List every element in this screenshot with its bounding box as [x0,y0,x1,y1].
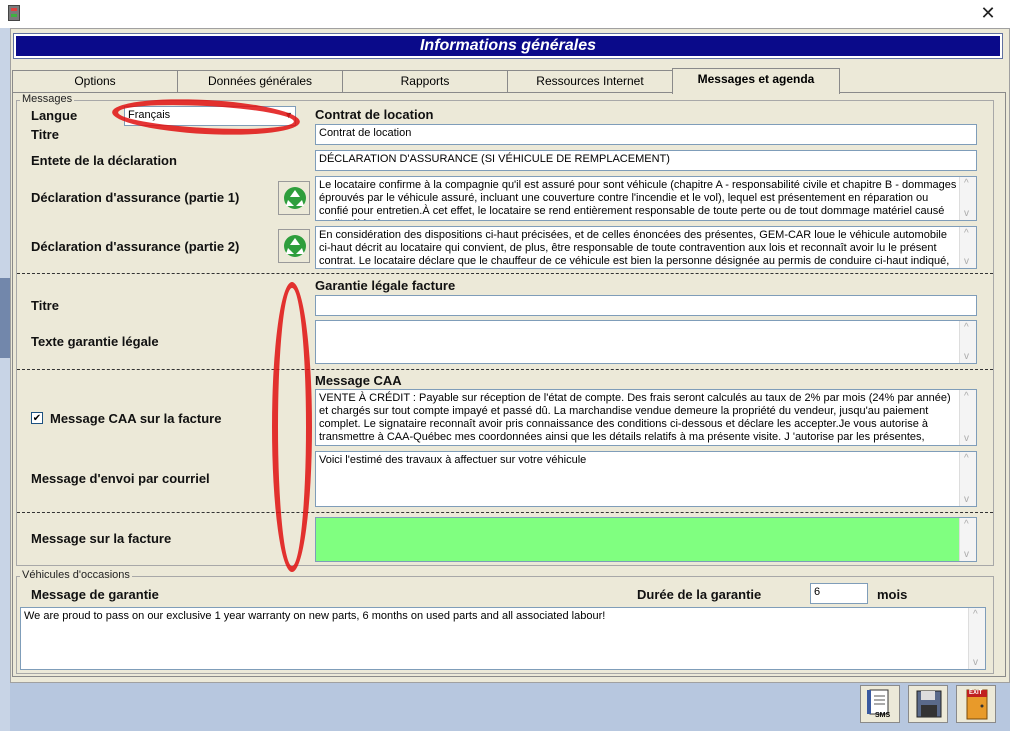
vehicules-group-label: Véhicules d'occasions [20,569,132,581]
mois-label: mois [877,587,908,602]
sms-button[interactable]: SMS [860,685,900,723]
decl2-label: Déclaration d'assurance (partie 2) [31,239,240,254]
titre-input[interactable]: Contrat de location [315,124,977,145]
tab-donnees-generales[interactable]: Données générales [177,70,343,92]
caa-header: Message CAA [315,373,402,388]
courriel-label: Message d'envoi par courriel [31,471,210,486]
divider [17,273,993,274]
decl1-text: Le locataire confirme à la compagnie qu'… [319,179,957,220]
dropdown-arrow-icon[interactable]: ▼ [284,110,293,120]
garantie-texte-textarea[interactable] [315,320,977,364]
recycle-button-2[interactable] [278,229,310,263]
titre-label: Titre [31,127,59,142]
scrollbar[interactable] [959,390,976,445]
save-icon [916,690,942,718]
scrollbar[interactable] [959,452,976,506]
caa-checkbox-label: Message CAA sur la facture [50,411,222,426]
duree-label: Durée de la garantie [637,587,762,602]
facture-textarea[interactable] [315,517,977,562]
scrollbar[interactable] [959,518,976,561]
decl1-label: Déclaration d'assurance (partie 1) [31,190,240,205]
langue-select[interactable]: Français ▼ [124,106,296,126]
scrollbar[interactable] [959,321,976,363]
langue-value: Français [128,109,171,121]
save-button[interactable] [908,685,948,723]
messages-group-label: Messages [20,93,75,105]
garantie-message-label: Message de garantie [31,587,159,602]
contrat-header: Contrat de location [315,107,434,122]
entete-label: Entete de la déclaration [31,153,177,168]
tab-rapports[interactable]: Rapports [342,70,508,92]
decl1-textarea[interactable]: Le locataire confirme à la compagnie qu'… [315,176,977,221]
courriel-textarea[interactable]: Voici l'estimé des travaux à affectuer s… [315,451,977,507]
recycle-button-1[interactable] [278,181,310,215]
entete-input[interactable]: DÉCLARATION D'ASSURANCE (SI VÉHICULE DE … [315,150,977,171]
recycle-icon [284,187,306,209]
garantie-header: Garantie légale facture [315,278,456,293]
recycle-icon [284,235,306,257]
caa-checkbox[interactable]: ✔ [31,412,43,424]
background-strip [0,28,10,731]
caa-text: VENTE À CRÉDIT : Payable sur réception d… [319,392,951,445]
scrollbar[interactable] [968,608,985,669]
garantie-texte-label: Texte garantie légale [31,334,159,349]
exit-button[interactable]: EXIT [956,685,996,723]
title-bar [0,0,1010,28]
tab-messages-agenda[interactable]: Messages et agenda [672,68,840,94]
scrollbar[interactable] [959,227,976,268]
app-icon [8,5,20,21]
caa-textarea[interactable]: VENTE À CRÉDIT : Payable sur réception d… [315,389,977,446]
divider [17,512,993,513]
courriel-text: Voici l'estimé des travaux à affectuer s… [319,454,587,466]
garantie-titre-label: Titre [31,298,59,313]
garantie-titre-input[interactable] [315,295,977,316]
exit-label: EXIT [969,690,983,696]
window-title: Informations générales [13,33,1003,59]
facture-label: Message sur la facture [31,531,172,546]
garantie-message-text: We are proud to pass on our exclusive 1 … [24,610,606,622]
langue-label: Langue [31,108,78,123]
duree-input[interactable]: 6 [810,583,868,604]
tab-options[interactable]: Options [12,70,178,92]
tab-ressources-internet[interactable]: Ressources Internet [507,70,673,92]
close-icon[interactable]: ✕ [976,2,1000,24]
decl2-textarea[interactable]: En considération des dispositions ci-hau… [315,226,977,269]
sms-label: SMS [875,712,891,719]
garantie-message-textarea[interactable]: We are proud to pass on our exclusive 1 … [20,607,986,670]
scrollbar[interactable] [959,177,976,220]
divider [17,369,993,370]
decl2-text: En considération des dispositions ci-hau… [319,229,950,267]
